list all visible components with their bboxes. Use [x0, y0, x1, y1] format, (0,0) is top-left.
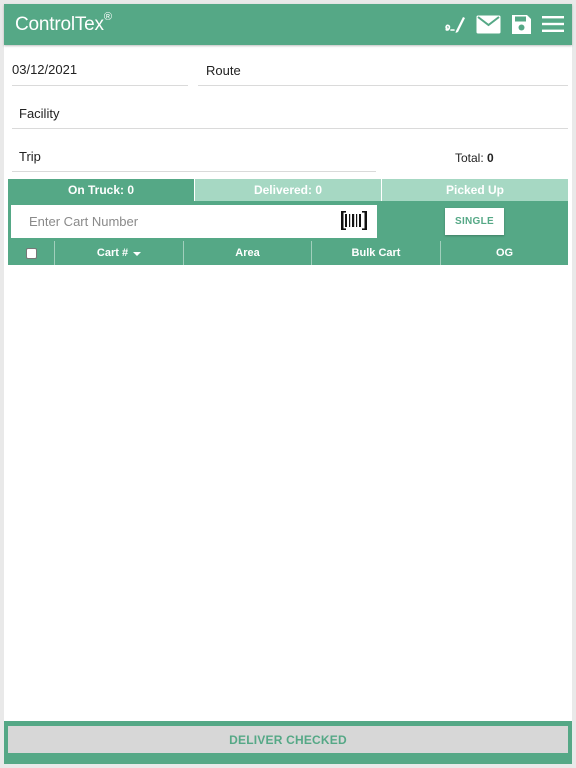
tab-on-truck[interactable]: On Truck: 0 — [8, 179, 194, 201]
route-field-underline — [198, 85, 568, 86]
facility-field[interactable]: Facility — [19, 106, 59, 121]
trip-field[interactable]: Trip — [19, 149, 41, 164]
column-og[interactable]: OG — [440, 241, 568, 265]
date-field[interactable]: 03/12/2021 — [12, 62, 77, 77]
single-button[interactable]: SINGLE — [445, 208, 504, 235]
trip-field-underline — [12, 171, 376, 172]
footer-bar: DELIVER CHECKED — [4, 721, 572, 764]
app-brand: ControlTex® — [15, 11, 112, 36]
total-label: Total: — [455, 151, 484, 165]
deliver-checked-button[interactable]: DELIVER CHECKED — [8, 726, 568, 753]
mail-icon[interactable] — [475, 12, 501, 36]
status-tabs: On Truck: 0 Delivered: 0 Picked Up — [8, 179, 568, 201]
column-cart-number[interactable]: Cart # — [54, 241, 183, 265]
save-icon[interactable] — [508, 12, 534, 36]
signature-icon[interactable] — [442, 12, 468, 36]
tab-picked-up[interactable]: Picked Up — [381, 179, 568, 201]
barcode-scan-icon[interactable] — [341, 211, 367, 235]
menu-icon[interactable] — [540, 12, 566, 36]
cart-table-body — [8, 265, 568, 721]
date-field-underline — [12, 85, 188, 86]
cart-number-input[interactable] — [11, 205, 377, 238]
tab-delivered[interactable]: Delivered: 0 — [194, 179, 381, 201]
facility-field-underline — [12, 128, 568, 129]
registered-mark: ® — [103, 11, 112, 23]
sort-caret-icon — [133, 251, 142, 256]
route-field[interactable]: Route — [206, 63, 241, 78]
column-cart-number-label: Cart # — [96, 247, 129, 259]
scan-bar: SINGLE — [8, 201, 568, 241]
total-count: Total: 0 — [455, 151, 494, 165]
column-area[interactable]: Area — [183, 241, 311, 265]
select-all-cell — [8, 241, 54, 265]
app-window: ControlTex® 03/12/2021 Route Facility Tr… — [4, 4, 572, 764]
app-title: ControlTex — [15, 14, 104, 35]
column-bulk-cart[interactable]: Bulk Cart — [311, 241, 440, 265]
top-app-bar: ControlTex® — [4, 4, 572, 45]
select-all-checkbox[interactable] — [25, 247, 37, 259]
cart-table-header: Cart # Area Bulk Cart OG — [8, 241, 568, 265]
total-value: 0 — [487, 151, 494, 165]
